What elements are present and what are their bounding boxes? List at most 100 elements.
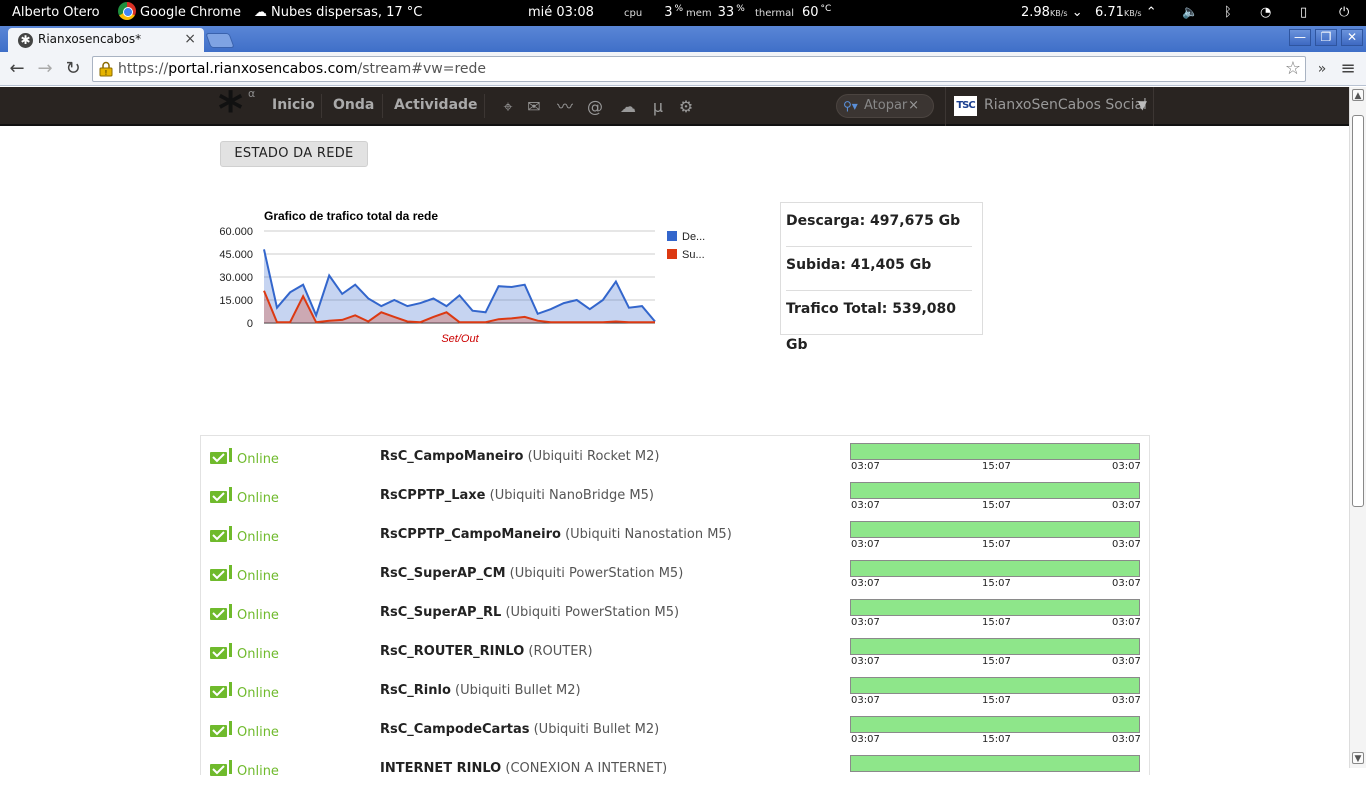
network-status-button[interactable]: ESTADO DA REDE (220, 141, 368, 167)
device-row: Online RsC_SuperAP_CM (Ubiquiti PowerStat… (201, 555, 1149, 594)
settings-gear-icon[interactable]: ⚙ (676, 97, 696, 117)
mem-label: mem (686, 8, 712, 19)
reload-icon[interactable]: ↻ (62, 58, 84, 80)
active-app-label: Google Chrome (140, 5, 241, 20)
uptime-bar[interactable] (850, 599, 1140, 616)
device-status: Online (237, 686, 279, 701)
thermal-monitor[interactable]: thermal 60 °C (755, 0, 831, 26)
thermal-label: thermal (755, 8, 794, 19)
back-icon[interactable]: ← (6, 58, 28, 80)
uptime-bar[interactable] (850, 755, 1140, 772)
cpu-unit: % (674, 4, 684, 14)
new-tab-button[interactable] (205, 33, 235, 48)
device-name[interactable]: RsC_CampodeCartas (Ubiquiti Bullet M2) (380, 722, 659, 737)
user-menu-dropdown[interactable]: TSC RianxoSenCabos Social ▼ (945, 87, 1154, 126)
device-model: (Ubiquiti Bullet M2) (455, 683, 581, 698)
timeline-start: 03:07 (851, 461, 880, 472)
bluetooth-icon[interactable]: ᛒ (1224, 0, 1232, 26)
net-up-monitor[interactable]: 6.71KB/s ⌃ (1095, 0, 1157, 26)
satellite-icon[interactable]: ⌖ (498, 97, 518, 117)
uptime-bar[interactable] (850, 716, 1140, 733)
site-logo[interactable]: * α (218, 86, 258, 134)
search-box[interactable]: ⚲▾ Atopar × (836, 94, 934, 118)
online-check-icon (210, 643, 232, 659)
device-row: Online RsC_ROUTER_RINLO (ROUTER) 03:07 15:0… (201, 633, 1149, 672)
battery-icon[interactable]: ▯ (1300, 0, 1307, 26)
nav-divider (382, 94, 383, 118)
device-name[interactable]: RsC_SuperAP_RL (Ubiquiti PowerStation M5… (380, 605, 679, 620)
cpu-monitor[interactable]: cpu 3% (624, 0, 683, 26)
device-name[interactable]: INTERNET RINLO (CONEXION A INTERNET) (380, 761, 667, 776)
url-host: portal.rianxosencabos.com (168, 61, 358, 77)
device-name[interactable]: RsCPPTP_Laxe (Ubiquiti NanoBridge M5) (380, 488, 654, 503)
browser-tab[interactable]: ✱ Rianxosencabos* × (8, 28, 204, 52)
close-window-button[interactable]: ✕ (1341, 29, 1363, 46)
scrollbar-thumb[interactable] (1352, 115, 1364, 507)
device-model: (Ubiquiti NanoBridge M5) (489, 488, 654, 503)
device-row: Online RsC_CampodeCartas (Ubiquiti Bullet… (201, 711, 1149, 750)
uptime-bar[interactable] (850, 638, 1140, 655)
uptime-bar[interactable] (850, 482, 1140, 499)
clock[interactable]: mié 03:08 (528, 0, 594, 26)
tab-close-icon[interactable]: × (184, 31, 196, 47)
clear-search-icon[interactable]: × (908, 95, 919, 117)
device-row: Online INTERNET RINLO (CONEXION A INTERNE… (201, 750, 1149, 789)
maximize-button[interactable]: ❐ (1315, 29, 1337, 46)
online-check-icon (210, 487, 232, 503)
power-icon[interactable]: ⏻ (1339, 0, 1349, 26)
device-name[interactable]: RsC_SuperAP_CM (Ubiquiti PowerStation M5… (380, 566, 683, 581)
nav-link-inicio[interactable]: Inicio (272, 87, 315, 126)
uptime-bar[interactable] (850, 560, 1140, 577)
at-sign-icon[interactable]: @ (585, 97, 605, 117)
minimize-button[interactable]: — (1289, 29, 1311, 46)
scroll-down-arrow-icon[interactable]: ▼ (1352, 752, 1364, 764)
traffic-stats-box: Descarga: 497,675 Gb Subida: 41,405 Gb T… (780, 202, 983, 353)
device-model: (Ubiquiti Nanostation M5) (565, 527, 732, 542)
weather-indicator[interactable]: ☁ Nubes dispersas, 17 °C (254, 0, 422, 26)
device-name[interactable]: RsC_ROUTER_RINLO (ROUTER) (380, 644, 593, 659)
device-name[interactable]: RsC_CampoManeiro (Ubiquiti Rocket M2) (380, 449, 659, 464)
cloud-icon[interactable]: ☁ (616, 97, 640, 117)
active-app[interactable]: Google Chrome (118, 0, 241, 26)
browser-toolbar: ← → ↻ ! https://portal.rianxosencabos.co… (0, 52, 1366, 86)
device-hostname: RsCPPTP_CampoManeiro (380, 527, 561, 542)
mem-monitor[interactable]: mem 33% (686, 0, 745, 26)
thermal-unit: °C (820, 4, 832, 14)
timeline-end: 03:07 (1112, 617, 1141, 628)
scroll-up-arrow-icon[interactable]: ▲ (1352, 89, 1364, 101)
online-check-icon (210, 526, 232, 542)
device-row: Online RsCPPTP_Laxe (Ubiquiti NanoBridge … (201, 477, 1149, 516)
mem-value: 33 (717, 5, 735, 20)
device-name[interactable]: RsC_Rinlo (Ubiquiti Bullet M2) (380, 683, 581, 698)
weather-text: Nubes dispersas, 17 °C (271, 5, 423, 20)
nav-link-onda[interactable]: Onda (333, 87, 374, 126)
device-status: Online (237, 569, 279, 584)
chart-series-layer (263, 249, 656, 324)
net-down-monitor[interactable]: 2.98KB/s ⌄ (1021, 0, 1083, 26)
chrome-menu-icon[interactable]: ≡ (1337, 58, 1359, 80)
url-path: /stream#vw=rede (357, 61, 487, 77)
device-name[interactable]: RsCPPTP_CampoManeiro (Ubiquiti Nanostati… (380, 527, 732, 542)
caret-down-icon: ▼ (1137, 98, 1147, 112)
user-menu[interactable]: Alberto Otero (12, 0, 100, 26)
legend-swatch (667, 249, 677, 259)
nav-link-actividade[interactable]: Actividade (394, 87, 478, 126)
device-hostname: RsCPPTP_Laxe (380, 488, 486, 503)
series-area (264, 249, 655, 323)
mail-icon[interactable]: ✉ (524, 97, 544, 117)
cpu-label: cpu (624, 8, 643, 19)
device-hostname: RsC_SuperAP_RL (380, 605, 502, 620)
volume-icon[interactable]: 🔈 (1182, 0, 1198, 26)
uptime-bar[interactable] (850, 443, 1140, 460)
wifi-icon[interactable]: ◔ (1260, 0, 1271, 26)
pulse-icon[interactable]: 〰 (555, 97, 575, 117)
upload-stat: Subida: 41,405 Gb (786, 247, 972, 291)
forward-icon[interactable]: → (34, 58, 56, 80)
uptime-bar[interactable] (850, 521, 1140, 538)
page-scrollbar[interactable]: ▲ ▼ (1349, 87, 1366, 768)
extensions-overflow-icon[interactable]: » (1311, 58, 1333, 80)
address-bar[interactable]: ! https://portal.rianxosencabos.com/stre… (92, 56, 1306, 82)
torrent-icon[interactable]: μ (648, 97, 668, 117)
bookmark-star-icon[interactable]: ☆ (1285, 58, 1301, 79)
uptime-bar[interactable] (850, 677, 1140, 694)
